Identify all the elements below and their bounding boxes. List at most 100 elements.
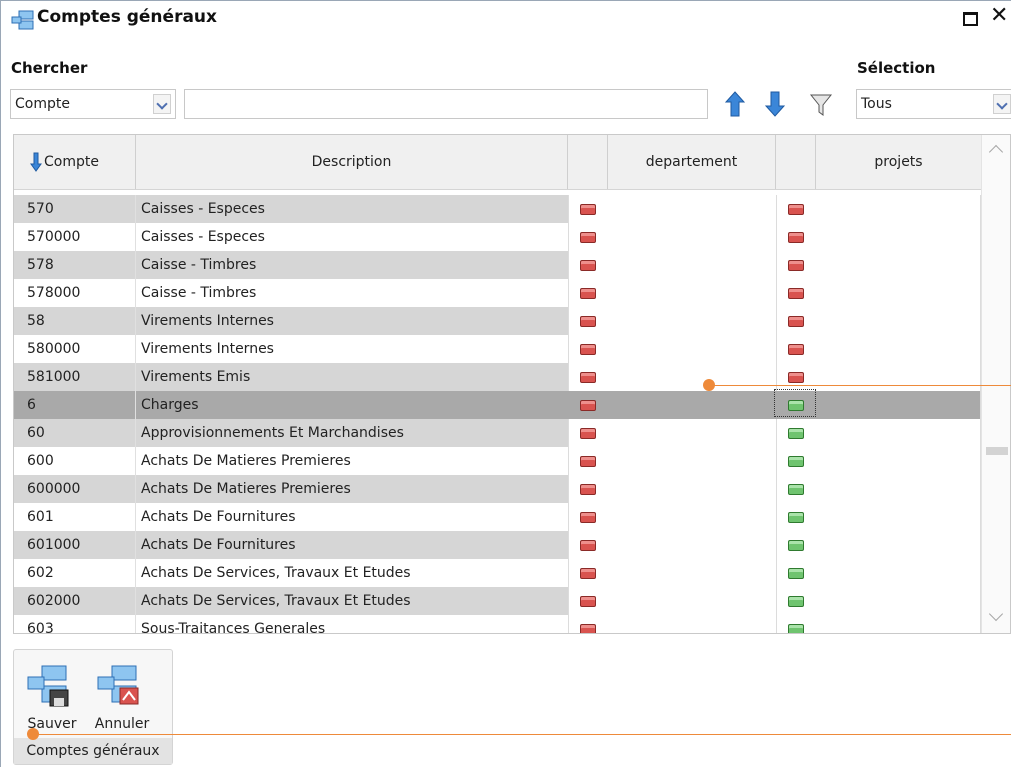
table-row[interactable]: 601 Achats De Fournitures — [14, 503, 980, 531]
account-code-cell: 6 — [14, 391, 136, 419]
close-icon[interactable]: ✕ — [990, 3, 1008, 28]
projets-flag-icon[interactable] — [788, 568, 804, 579]
chevron-down-icon[interactable] — [153, 94, 171, 114]
search-label: Chercher — [11, 59, 88, 77]
projets-flag-icon[interactable] — [788, 456, 804, 467]
description-cell: Caisse - Timbres — [136, 251, 568, 279]
sort-down-arrow-icon[interactable] — [764, 91, 786, 121]
projets-flag-icon[interactable] — [788, 512, 804, 523]
projets-flag-icon[interactable] — [788, 260, 804, 271]
selection-select[interactable]: Tous — [856, 89, 1011, 119]
departement-flag-icon[interactable] — [580, 316, 596, 327]
table-row[interactable]: 578 Caisse - Timbres — [14, 251, 980, 279]
column-header-label: Compte — [44, 154, 99, 170]
departement-flag-icon[interactable] — [580, 596, 596, 607]
account-code-cell: 570000 — [14, 223, 136, 251]
table-row[interactable]: 600 Achats De Matieres Premieres — [14, 447, 980, 475]
scroll-up-icon[interactable] — [988, 144, 1004, 160]
sort-desc-arrow-icon — [30, 152, 42, 172]
account-code-cell: 603 — [14, 615, 136, 633]
account-code-cell: 58 — [14, 307, 136, 335]
cancel-button-label: Annuler — [94, 716, 150, 732]
description-cell: Virements Internes — [136, 335, 568, 363]
table-row[interactable]: 580000 Virements Internes — [14, 335, 980, 363]
account-code-cell: 581000 — [14, 363, 136, 391]
departement-flag-icon[interactable] — [580, 400, 596, 411]
sort-up-arrow-icon[interactable] — [724, 91, 746, 121]
projets-flag-icon[interactable] — [788, 288, 804, 299]
table-row[interactable]: 58 Virements Internes — [14, 307, 980, 335]
projets-flag-icon[interactable] — [788, 428, 804, 439]
accounts-table: Compte Description departement projets 5… — [13, 134, 1011, 634]
scroll-down-icon[interactable] — [988, 606, 1004, 622]
save-button[interactable]: Sauver — [22, 664, 77, 732]
search-input[interactable] — [184, 89, 708, 119]
account-code-cell: 600 — [14, 447, 136, 475]
column-header-spacer — [568, 135, 608, 189]
departement-flag-icon[interactable] — [580, 540, 596, 551]
cancel-button[interactable]: Annuler — [92, 664, 149, 732]
annotation-line — [709, 385, 1011, 386]
table-row[interactable]: 600000 Achats De Matieres Premieres — [14, 475, 980, 503]
departement-flag-icon[interactable] — [580, 372, 596, 383]
description-cell: Virements Emis — [136, 363, 568, 391]
cancel-icon — [97, 665, 139, 705]
departement-flag-icon[interactable] — [580, 484, 596, 495]
scroll-thumb[interactable] — [986, 447, 1008, 455]
departement-flag-icon[interactable] — [580, 344, 596, 355]
filter-funnel-icon[interactable] — [809, 93, 833, 121]
account-code-cell: 601 — [14, 503, 136, 531]
table-row[interactable]: 601000 Achats De Fournitures — [14, 531, 980, 559]
projets-flag-icon[interactable] — [788, 316, 804, 327]
account-code-cell: 578 — [14, 251, 136, 279]
cell-focus-indicator — [774, 389, 816, 417]
accounts-app-icon — [11, 10, 35, 34]
projets-flag-icon[interactable] — [788, 484, 804, 495]
table-row[interactable]: 6 Charges — [14, 389, 980, 419]
search-field-select[interactable]: Compte — [10, 89, 176, 119]
selection-label: Sélection — [857, 59, 936, 77]
description-cell: Caisses - Especes — [136, 223, 568, 251]
projets-flag-icon[interactable] — [788, 232, 804, 243]
table-row[interactable]: 60 Approvisionnements Et Marchandises — [14, 419, 980, 447]
column-header-compte[interactable]: Compte — [14, 135, 136, 189]
description-cell: Achats De Matieres Premieres — [136, 447, 568, 475]
column-header-description[interactable]: Description — [136, 135, 568, 189]
projets-flag-icon[interactable] — [788, 344, 804, 355]
departement-flag-icon[interactable] — [580, 624, 596, 633]
table-row[interactable]: 602 Achats De Services, Travaux Et Etudes — [14, 559, 980, 587]
projets-flag-icon[interactable] — [788, 372, 804, 383]
account-code-cell: 578000 — [14, 279, 136, 307]
departement-flag-icon[interactable] — [580, 232, 596, 243]
projets-flag-icon[interactable] — [788, 204, 804, 215]
vertical-scrollbar[interactable] — [981, 135, 1010, 633]
table-header: Compte Description departement projets — [14, 135, 984, 190]
account-code-cell: 60 — [14, 419, 136, 447]
departement-flag-icon[interactable] — [580, 260, 596, 271]
maximize-icon[interactable] — [963, 12, 978, 26]
table-row[interactable]: 570 Caisses - Especes — [14, 195, 980, 223]
table-row[interactable]: 602000 Achats De Services, Travaux Et Etu… — [14, 587, 980, 615]
departement-flag-icon[interactable] — [580, 428, 596, 439]
description-cell: Sous-Traitances Generales — [136, 615, 568, 633]
table-row[interactable]: 570000 Caisses - Especes — [14, 223, 980, 251]
departement-flag-icon[interactable] — [580, 512, 596, 523]
projets-flag-icon[interactable] — [788, 596, 804, 607]
window-title: Comptes généraux — [37, 7, 217, 27]
description-cell: Achats De Fournitures — [136, 503, 568, 531]
departement-flag-icon[interactable] — [580, 288, 596, 299]
table-row[interactable]: 603 Sous-Traitances Generales — [14, 615, 980, 633]
description-cell: Caisse - Timbres — [136, 279, 568, 307]
column-header-departement[interactable]: departement — [608, 135, 776, 189]
projets-flag-icon[interactable] — [788, 624, 804, 633]
departement-flag-icon[interactable] — [580, 456, 596, 467]
projets-flag-icon[interactable] — [788, 540, 804, 551]
account-code-cell: 602 — [14, 559, 136, 587]
departement-flag-icon[interactable] — [580, 568, 596, 579]
chevron-down-icon[interactable] — [993, 94, 1011, 114]
table-row[interactable]: 578000 Caisse - Timbres — [14, 279, 980, 307]
column-header-projets[interactable]: projets — [816, 135, 982, 189]
account-code-cell: 601000 — [14, 531, 136, 559]
table-row[interactable]: 581000 Virements Emis — [14, 363, 980, 391]
departement-flag-icon[interactable] — [580, 204, 596, 215]
